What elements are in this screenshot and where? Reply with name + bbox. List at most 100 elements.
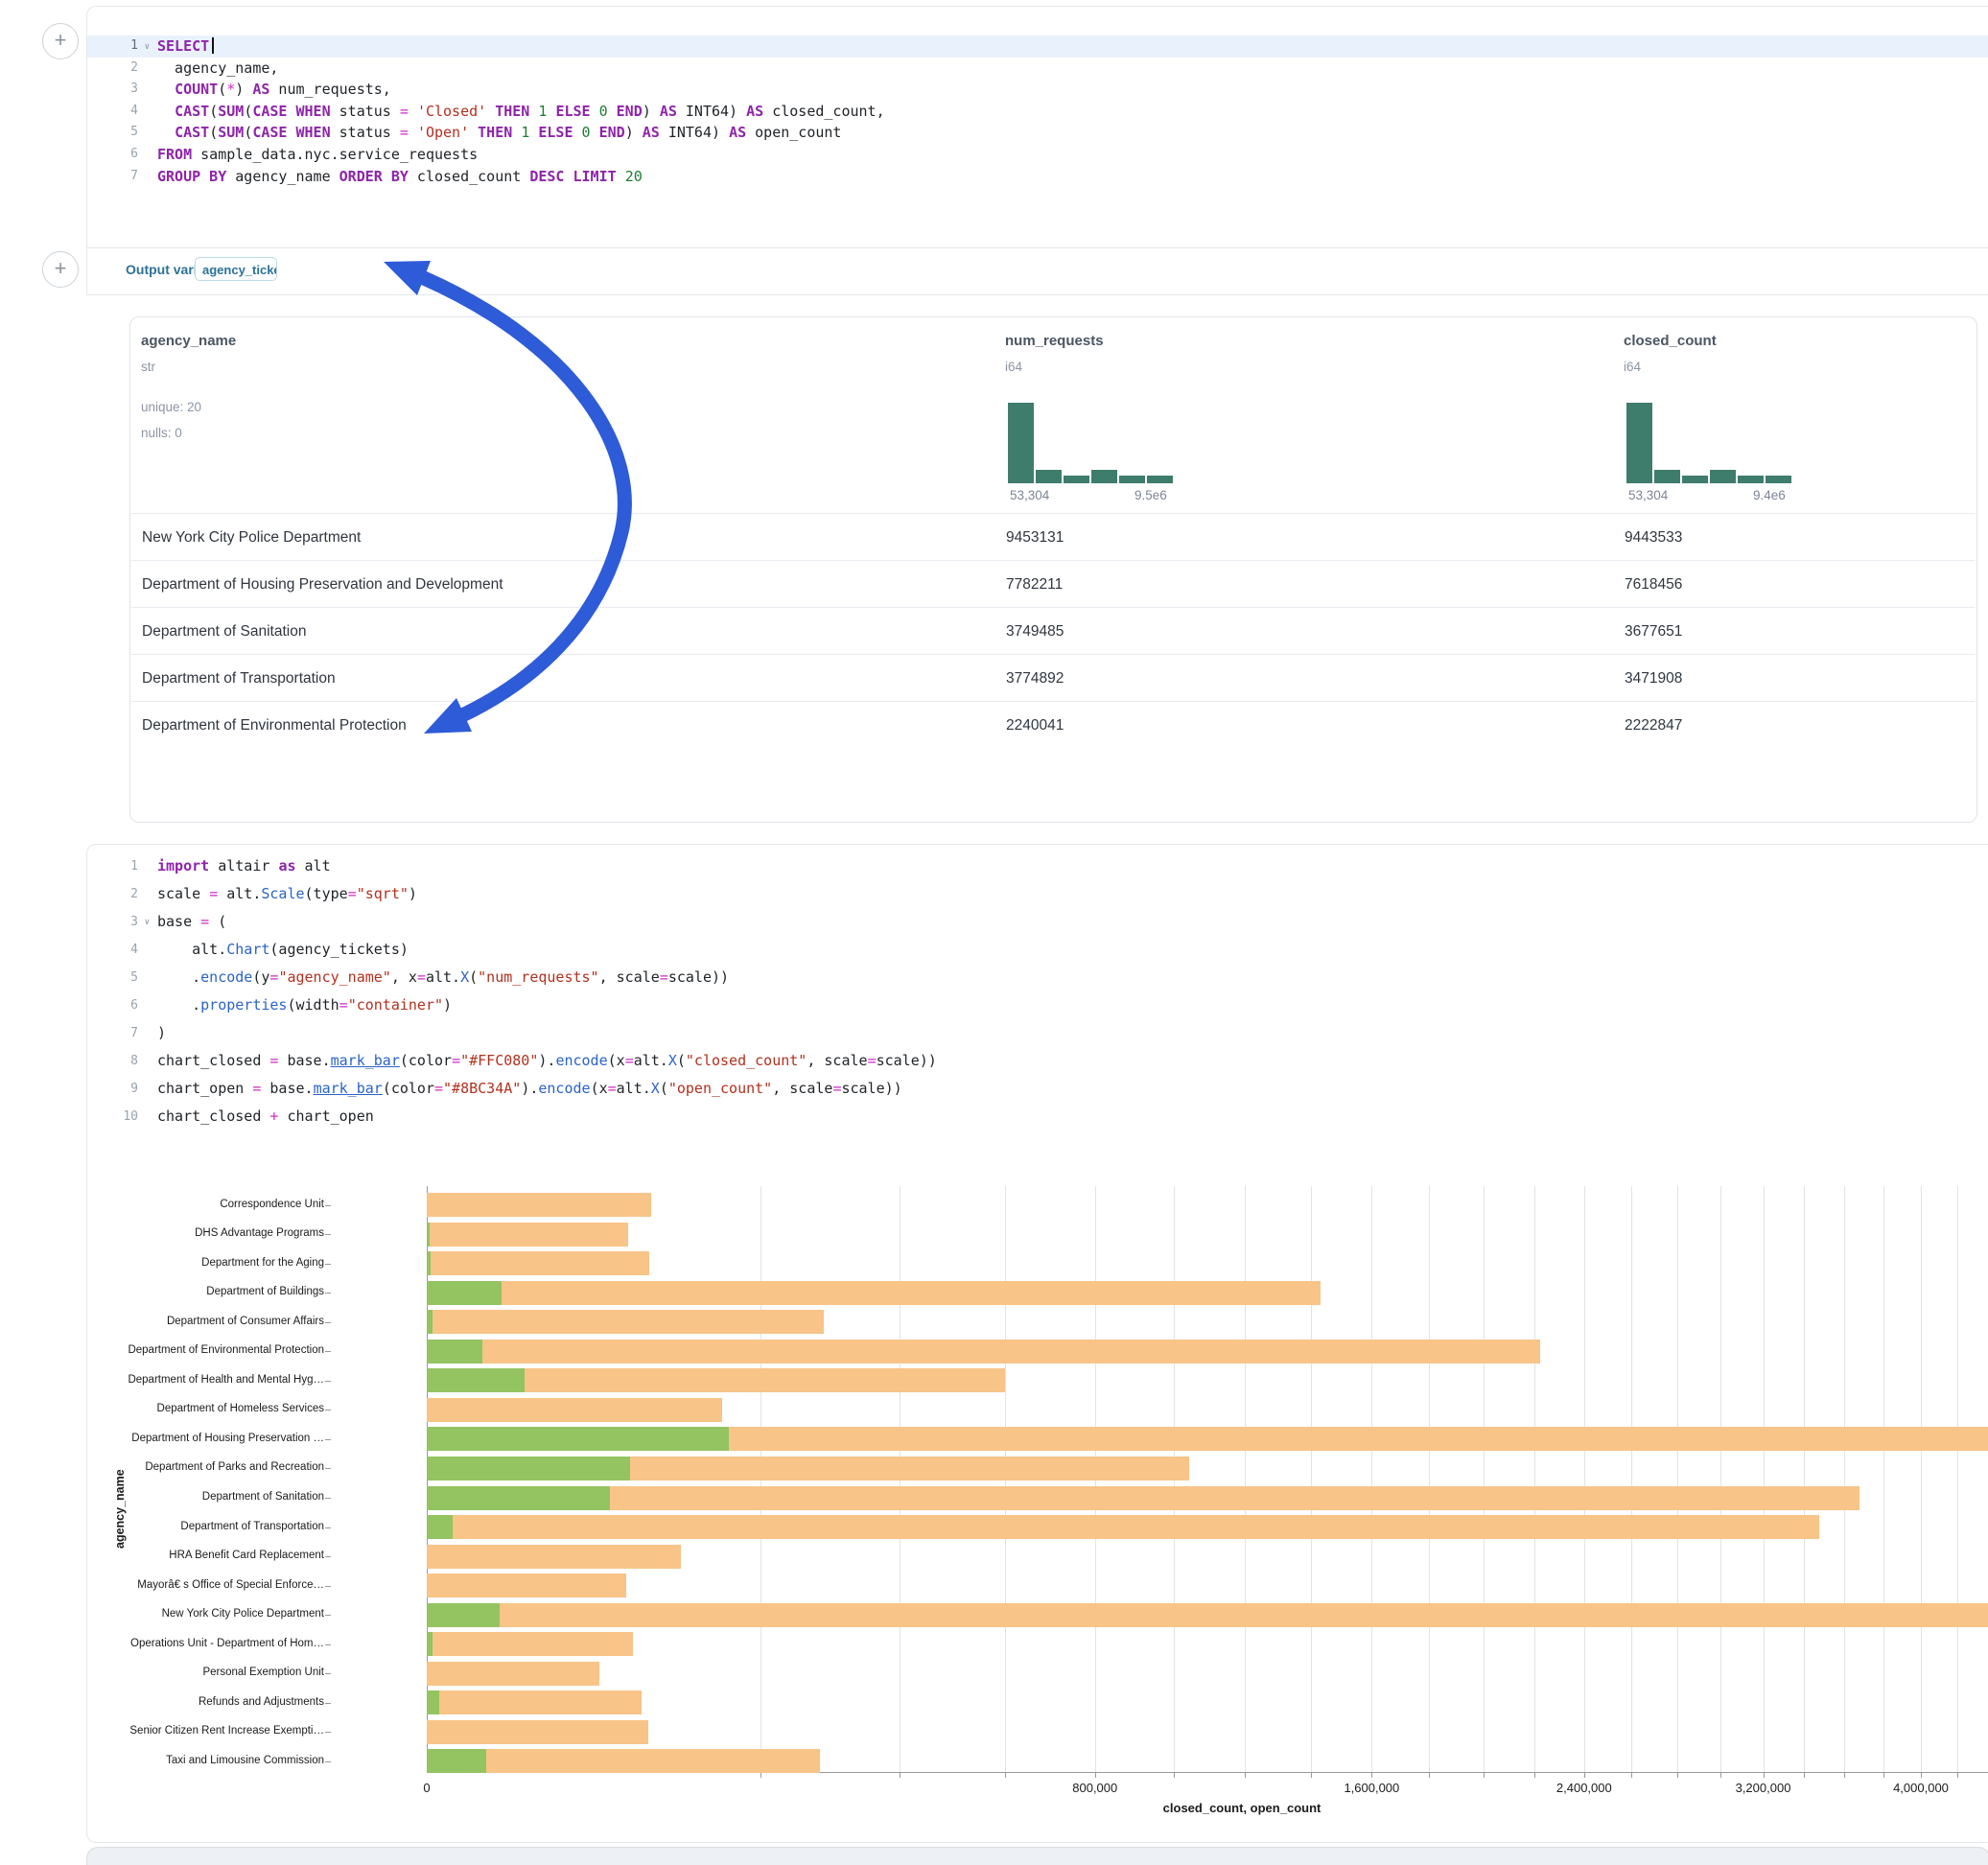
code-line[interactable]: 2 agency_name,	[87, 58, 1988, 80]
column-header[interactable]: closed_count	[1624, 333, 1717, 349]
code-line[interactable]: 3 COUNT(*) AS num_requests,	[87, 79, 1988, 101]
code-text: FROM sample_data.nyc.service_requests	[152, 146, 478, 163]
code-line[interactable]: 4 CAST(SUM(CASE WHEN status = 'Closed' T…	[87, 101, 1988, 123]
table-row[interactable]: New York City Police Department945313194…	[131, 513, 1975, 561]
open-count-bar[interactable]	[427, 1310, 433, 1334]
line-number: 4	[87, 936, 152, 964]
code-line[interactable]: 6 .properties(width="container")	[87, 991, 1988, 1019]
code-line[interactable]: 1import altair as alt	[87, 852, 1988, 880]
line-number: 2	[87, 58, 152, 80]
code-line[interactable]: 1∨SELECT	[87, 35, 1988, 58]
closed-count-bar[interactable]	[427, 1310, 824, 1334]
line-number: 2	[87, 880, 152, 908]
open-count-bar[interactable]	[427, 1251, 431, 1275]
column-type: i64	[1624, 360, 1641, 374]
python-editor[interactable]: 1import altair as alt2scale = alt.Scale(…	[87, 852, 1988, 1131]
closed-count-bar[interactable]	[427, 1574, 626, 1597]
code-text: base = (	[152, 913, 226, 930]
fold-chevron-icon[interactable]: ∨	[145, 36, 150, 58]
code-line[interactable]: 7)	[87, 1019, 1988, 1047]
code-line[interactable]: 3∨base = (	[87, 908, 1988, 936]
table-cell: 2222847	[1625, 702, 1682, 749]
code-text: chart_open = base.mark_bar(color="#8BC34…	[152, 1080, 902, 1097]
sql-editor[interactable]: 1∨SELECT2 agency_name,3 COUNT(*) AS num_…	[87, 35, 1988, 187]
open-count-bar[interactable]	[427, 1340, 482, 1364]
table-row[interactable]: Department of Sanitation37494853677651	[131, 607, 1975, 655]
line-number: 1	[87, 852, 152, 880]
open-count-bar[interactable]	[427, 1632, 433, 1656]
column-histogram	[1008, 403, 1181, 483]
code-line[interactable]: 8chart_closed = base.mark_bar(color="#FF…	[87, 1047, 1988, 1075]
next-cell-edge[interactable]	[86, 1847, 1988, 1865]
code-line[interactable]: 10chart_closed + chart_open	[87, 1103, 1988, 1131]
closed-count-bar[interactable]	[427, 1193, 651, 1217]
histogram-bar	[1710, 470, 1736, 483]
closed-count-bar[interactable]	[427, 1398, 722, 1422]
code-text: chart_closed + chart_open	[152, 1107, 374, 1125]
open-count-bar[interactable]	[427, 1457, 630, 1480]
histogram-bar	[1119, 476, 1145, 483]
code-text: alt.Chart(agency_tickets)	[152, 941, 409, 958]
histogram-bar	[1738, 476, 1764, 483]
add-cell-button[interactable]: +	[42, 23, 79, 59]
closed-count-bar[interactable]	[427, 1545, 681, 1569]
closed-count-bar[interactable]	[427, 1603, 1988, 1627]
open-count-bar[interactable]	[427, 1486, 610, 1510]
code-line[interactable]: 4 alt.Chart(agency_tickets)	[87, 936, 1988, 964]
table-cell: 2240041	[1006, 702, 1064, 749]
open-count-bar[interactable]	[427, 1749, 486, 1773]
code-text: scale = alt.Scale(type="sqrt")	[152, 885, 417, 902]
table-cell: Department of Housing Preservation and D…	[142, 561, 503, 608]
closed-count-bar[interactable]	[427, 1720, 648, 1744]
closed-count-bar[interactable]	[427, 1340, 1540, 1364]
closed-count-bar[interactable]	[427, 1632, 633, 1656]
open-count-bar[interactable]	[427, 1690, 439, 1714]
table-cell: 9443533	[1625, 514, 1682, 561]
table-row[interactable]: Department of Environmental Protection22…	[131, 701, 1975, 749]
closed-count-bar[interactable]	[427, 1486, 1859, 1510]
line-number: 5	[87, 122, 152, 144]
open-count-bar[interactable]	[427, 1368, 525, 1392]
open-count-bar[interactable]	[427, 1281, 502, 1305]
code-line[interactable]: 6FROM sample_data.nyc.service_requests	[87, 144, 1988, 166]
code-text: .properties(width="container")	[152, 996, 452, 1014]
histogram-bar	[1766, 476, 1791, 483]
table-cell: 3749485	[1006, 608, 1064, 655]
column-header[interactable]: agency_name	[141, 333, 236, 349]
code-line[interactable]: 5 CAST(SUM(CASE WHEN status = 'Open' THE…	[87, 122, 1988, 144]
open-count-bar[interactable]	[427, 1223, 430, 1247]
code-line[interactable]: 2scale = alt.Scale(type="sqrt")	[87, 880, 1988, 908]
open-count-bar[interactable]	[427, 1427, 729, 1451]
table-cell: 7618456	[1625, 561, 1682, 608]
closed-count-bar[interactable]	[427, 1251, 649, 1275]
line-number: 6	[87, 991, 152, 1019]
closed-count-bar[interactable]	[427, 1690, 642, 1714]
closed-count-bar[interactable]	[427, 1223, 628, 1247]
add-cell-button-2[interactable]: +	[42, 251, 79, 288]
line-number: 1∨	[87, 35, 152, 58]
code-text: )	[152, 1024, 166, 1041]
line-number: 8	[87, 1047, 152, 1075]
closed-count-bar[interactable]	[427, 1662, 599, 1686]
open-count-bar[interactable]	[427, 1515, 453, 1539]
histogram-min-label: 53,304	[1628, 488, 1668, 502]
code-line[interactable]: 5 .encode(y="agency_name", x=alt.X("num_…	[87, 964, 1988, 991]
fold-chevron-icon[interactable]: ∨	[145, 909, 150, 937]
table-cell: 3471908	[1625, 655, 1682, 702]
text-cursor	[212, 37, 214, 54]
column-header[interactable]: num_requests	[1005, 333, 1104, 349]
output-variable-pill[interactable]: agency_tickets	[195, 257, 277, 281]
column-histogram	[1626, 403, 1799, 483]
column-stats: unique: 20	[141, 394, 201, 420]
line-number: 7	[87, 1019, 152, 1047]
code-line[interactable]: 9chart_open = base.mark_bar(color="#8BC3…	[87, 1075, 1988, 1103]
open-count-bar[interactable]	[427, 1603, 500, 1627]
code-text: GROUP BY agency_name ORDER BY closed_cou…	[152, 168, 643, 185]
closed-count-bar[interactable]	[427, 1515, 1819, 1539]
code-line[interactable]: 7GROUP BY agency_name ORDER BY closed_co…	[87, 166, 1988, 188]
table-row[interactable]: Department of Transportation377489234719…	[131, 654, 1975, 702]
histogram-max-label: 9.5e6	[1134, 488, 1167, 502]
histogram-bar	[1064, 476, 1089, 483]
closed-count-bar[interactable]	[427, 1281, 1321, 1305]
table-row[interactable]: Department of Housing Preservation and D…	[131, 560, 1975, 608]
